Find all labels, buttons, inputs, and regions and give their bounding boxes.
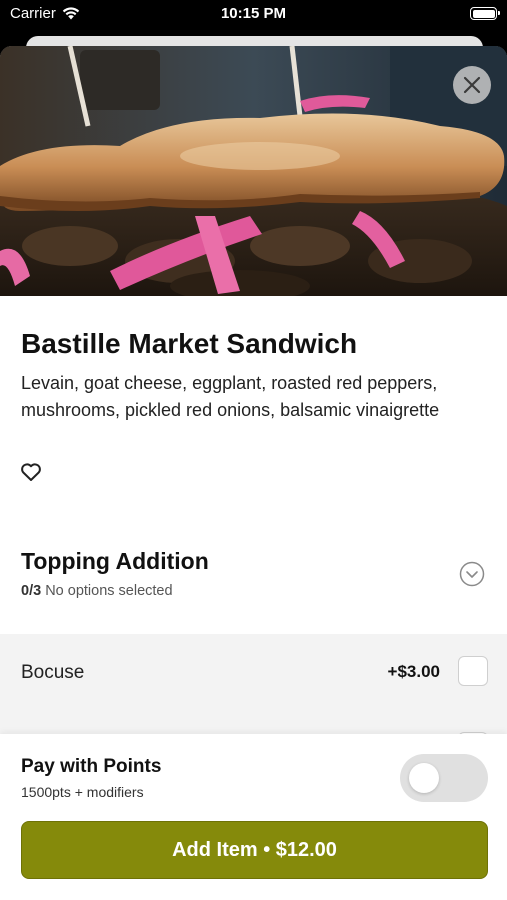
close-icon [463, 76, 481, 94]
close-button[interactable] [453, 66, 491, 104]
pay-with-points-label: Pay with Points [21, 756, 162, 777]
battery-icon [470, 7, 500, 20]
item-title: Bastille Market Sandwich [21, 328, 358, 359]
item-description: Levain, goat cheese, eggplant, roasted r… [21, 373, 440, 420]
item-detail-sheet: Bastille Market Sandwich Levain, goat ch… [0, 46, 507, 900]
section-title: Topping Addition [21, 548, 209, 574]
status-bar: Carrier 10:15 PM [0, 0, 507, 28]
toggle-knob [409, 763, 439, 793]
add-item-button[interactable]: Add Item • $12.00 [21, 821, 488, 879]
sandwich-photo [0, 46, 507, 296]
option-row[interactable]: Bocuse +$3.00 [0, 634, 507, 710]
selection-status: No options selected [45, 583, 173, 599]
option-checkbox[interactable] [458, 656, 488, 686]
section-status: 0/3 No options selected [21, 583, 173, 599]
chevron-down-circle-icon[interactable] [459, 561, 485, 587]
heart-outline-icon[interactable] [20, 462, 42, 482]
pay-with-points-toggle[interactable] [400, 754, 488, 802]
option-price: +$3.00 [387, 662, 440, 681]
selection-count: 0/3 [21, 583, 42, 599]
footer-bar: Pay with Points 1500pts + modifiers Add … [0, 734, 507, 900]
status-time: 10:15 PM [220, 5, 287, 22]
option-name: Bocuse [21, 662, 85, 683]
pay-with-points-subtitle: 1500pts + modifiers [21, 784, 144, 800]
